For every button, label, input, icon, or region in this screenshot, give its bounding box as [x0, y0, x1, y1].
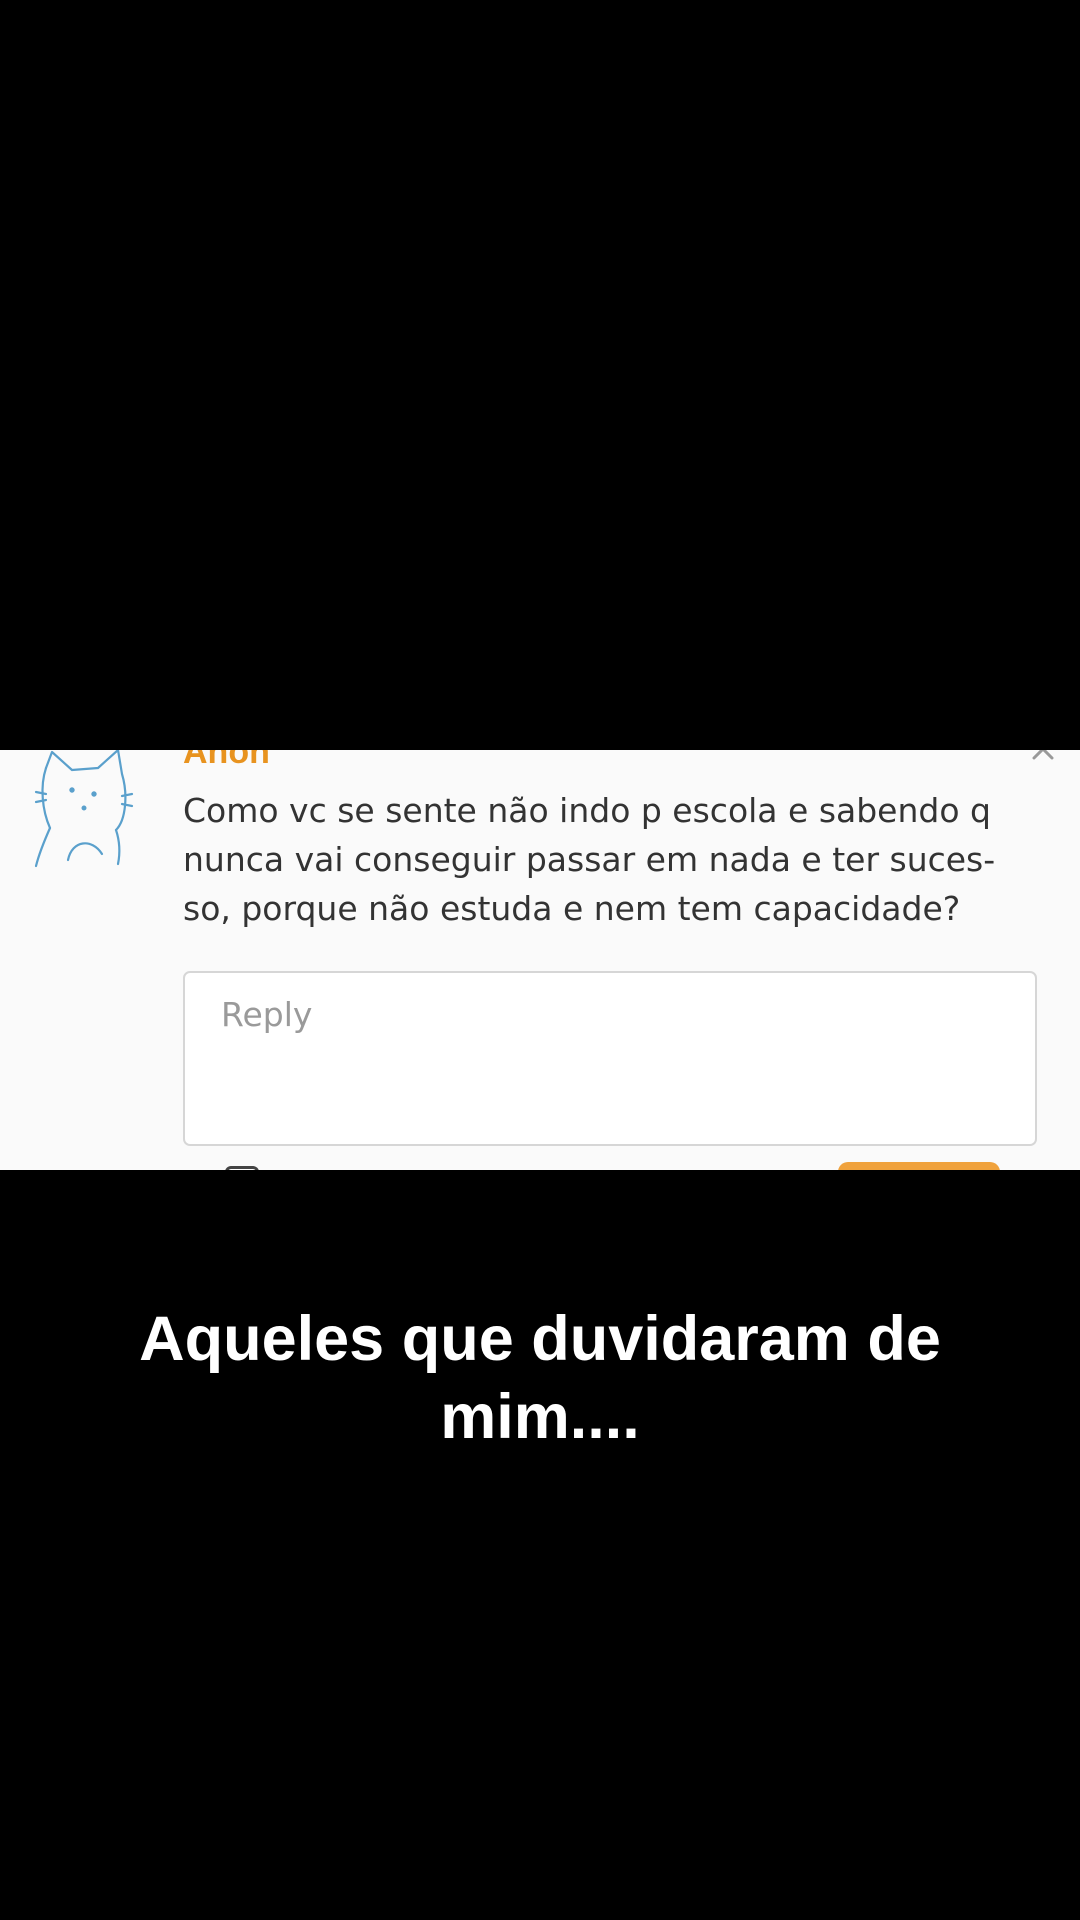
author-name: Anon — [183, 750, 270, 771]
question-text: Como vc se sente não indo p escola e sab… — [183, 791, 996, 928]
reply-input[interactable] — [183, 971, 1037, 1146]
cat-sketch-icon — [34, 750, 134, 868]
video-frame: Anon Como vc se sente não indo p escola … — [0, 0, 1080, 1920]
video-caption: Aqueles que duvidaram de mim.... — [139, 1304, 941, 1452]
question-card: Anon Como vc se sente não indo p escola … — [0, 750, 1080, 1170]
share-checkbox[interactable] — [225, 1166, 259, 1170]
close-icon[interactable] — [1030, 750, 1056, 762]
send-button[interactable] — [838, 1162, 1000, 1170]
